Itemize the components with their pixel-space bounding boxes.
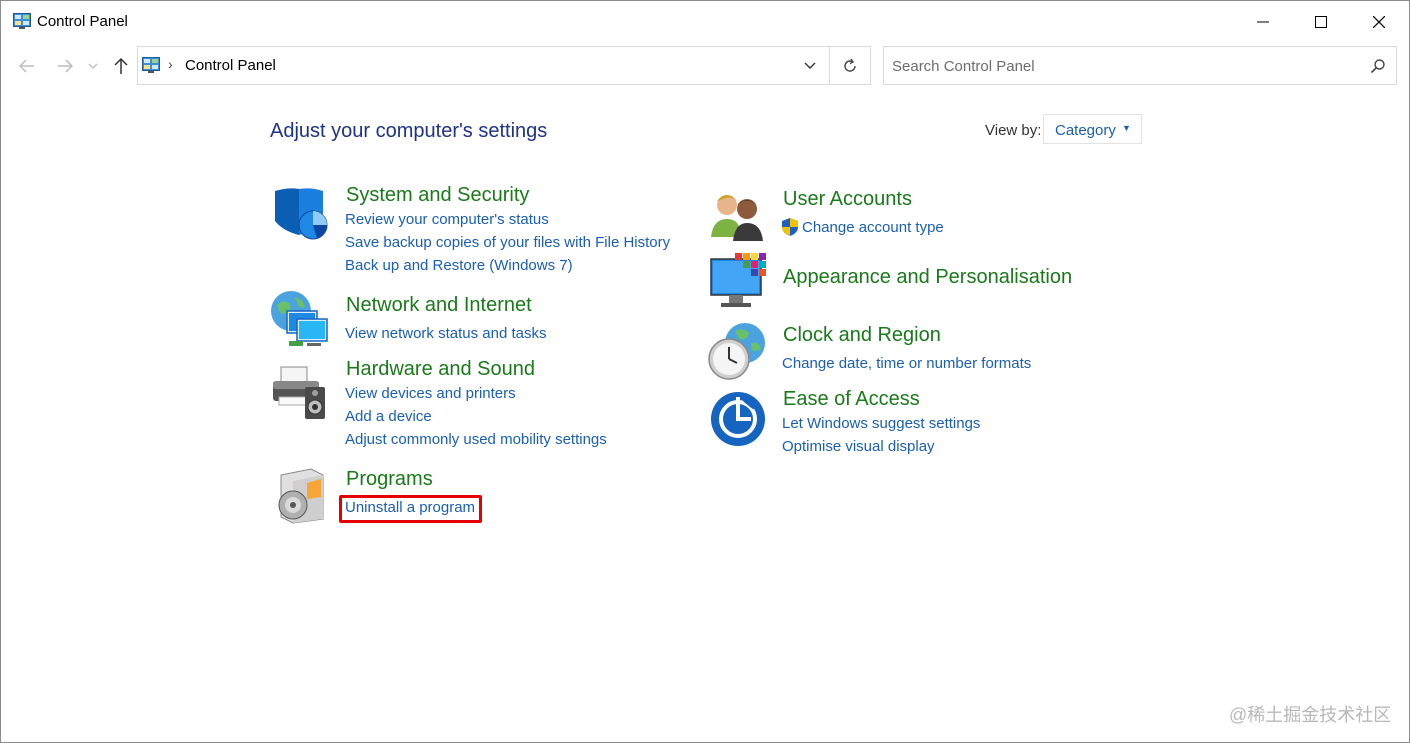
monitor-palette-icon[interactable] xyxy=(707,251,769,313)
ease-of-access-icon[interactable] xyxy=(709,389,771,451)
users-icon[interactable] xyxy=(707,187,769,249)
category-hardware-sound[interactable]: Hardware and Sound xyxy=(346,358,535,381)
category-ease-of-access[interactable]: Ease of Access xyxy=(783,388,920,411)
back-button[interactable] xyxy=(14,53,40,79)
category-programs[interactable]: Programs xyxy=(346,468,433,491)
minimize-icon xyxy=(1257,21,1269,23)
refresh-icon xyxy=(844,58,856,72)
link-change-account-type[interactable]: Change account type xyxy=(802,219,944,236)
link-backup-restore[interactable]: Back up and Restore (Windows 7) xyxy=(345,257,573,274)
control-panel-window: Control Panel › Control Panel Search Con… xyxy=(0,0,1410,743)
caret-down-icon: ▼ xyxy=(1122,123,1131,133)
page-title: Adjust your computer's settings xyxy=(270,120,548,142)
close-button[interactable] xyxy=(1350,1,1408,43)
link-network-status[interactable]: View network status and tasks xyxy=(345,325,547,342)
link-mobility-settings[interactable]: Adjust commonly used mobility settings xyxy=(345,431,607,448)
printer-speaker-icon[interactable] xyxy=(269,361,331,423)
maximize-button[interactable] xyxy=(1292,1,1350,43)
link-devices-printers[interactable]: View devices and printers xyxy=(345,385,516,402)
address-bar[interactable]: › Control Panel xyxy=(137,46,871,85)
link-file-history[interactable]: Save backup copies of your files with Fi… xyxy=(345,234,670,251)
watermark: @稀土掘金技术社区 xyxy=(1229,705,1392,725)
programs-disc-icon[interactable] xyxy=(271,465,333,527)
recent-locations-button[interactable] xyxy=(83,53,103,79)
search-box[interactable] xyxy=(883,46,1397,85)
view-by-dropdown[interactable]: Category ▼ xyxy=(1043,114,1142,144)
address-dropdown-button[interactable] xyxy=(792,47,828,84)
view-by-label: View by: xyxy=(985,122,1042,139)
forward-button[interactable] xyxy=(52,53,78,79)
highlight-box xyxy=(339,495,482,523)
up-button[interactable] xyxy=(108,53,134,79)
control-panel-location-icon xyxy=(142,57,160,73)
back-arrow-icon xyxy=(19,59,34,73)
category-clock-region[interactable]: Clock and Region xyxy=(783,324,941,347)
clock-globe-icon[interactable] xyxy=(707,321,769,383)
search-icon[interactable] xyxy=(1370,58,1386,74)
breadcrumb[interactable]: Control Panel xyxy=(185,57,276,74)
title-bar[interactable]: Control Panel xyxy=(1,1,1409,43)
link-date-time-formats[interactable]: Change date, time or number formats xyxy=(782,355,1031,372)
refresh-button[interactable] xyxy=(830,47,870,84)
chevron-down-icon xyxy=(88,63,98,69)
minimize-button[interactable] xyxy=(1234,1,1292,43)
close-icon xyxy=(1373,16,1385,28)
maximize-icon xyxy=(1315,16,1327,28)
search-input[interactable] xyxy=(892,56,1352,76)
category-network-internet[interactable]: Network and Internet xyxy=(346,294,532,317)
link-windows-suggest-settings[interactable]: Let Windows suggest settings xyxy=(782,415,980,432)
network-globe-icon[interactable] xyxy=(269,289,331,351)
breadcrumb-separator[interactable]: › xyxy=(168,56,173,72)
category-system-security[interactable]: System and Security xyxy=(346,184,529,207)
uac-shield-icon xyxy=(782,218,798,236)
shield-icon[interactable] xyxy=(269,185,331,247)
link-review-status[interactable]: Review your computer's status xyxy=(345,211,549,228)
category-user-accounts[interactable]: User Accounts xyxy=(783,188,912,211)
up-arrow-icon xyxy=(114,57,128,74)
window-title: Control Panel xyxy=(37,13,128,30)
view-by-value[interactable]: Category xyxy=(1055,122,1116,139)
link-add-device[interactable]: Add a device xyxy=(345,408,432,425)
control-panel-app-icon xyxy=(13,13,31,29)
link-optimise-visual-display[interactable]: Optimise visual display xyxy=(782,438,935,455)
chevron-down-icon xyxy=(804,62,816,69)
forward-arrow-icon xyxy=(58,59,73,73)
category-appearance[interactable]: Appearance and Personalisation xyxy=(783,266,1072,289)
